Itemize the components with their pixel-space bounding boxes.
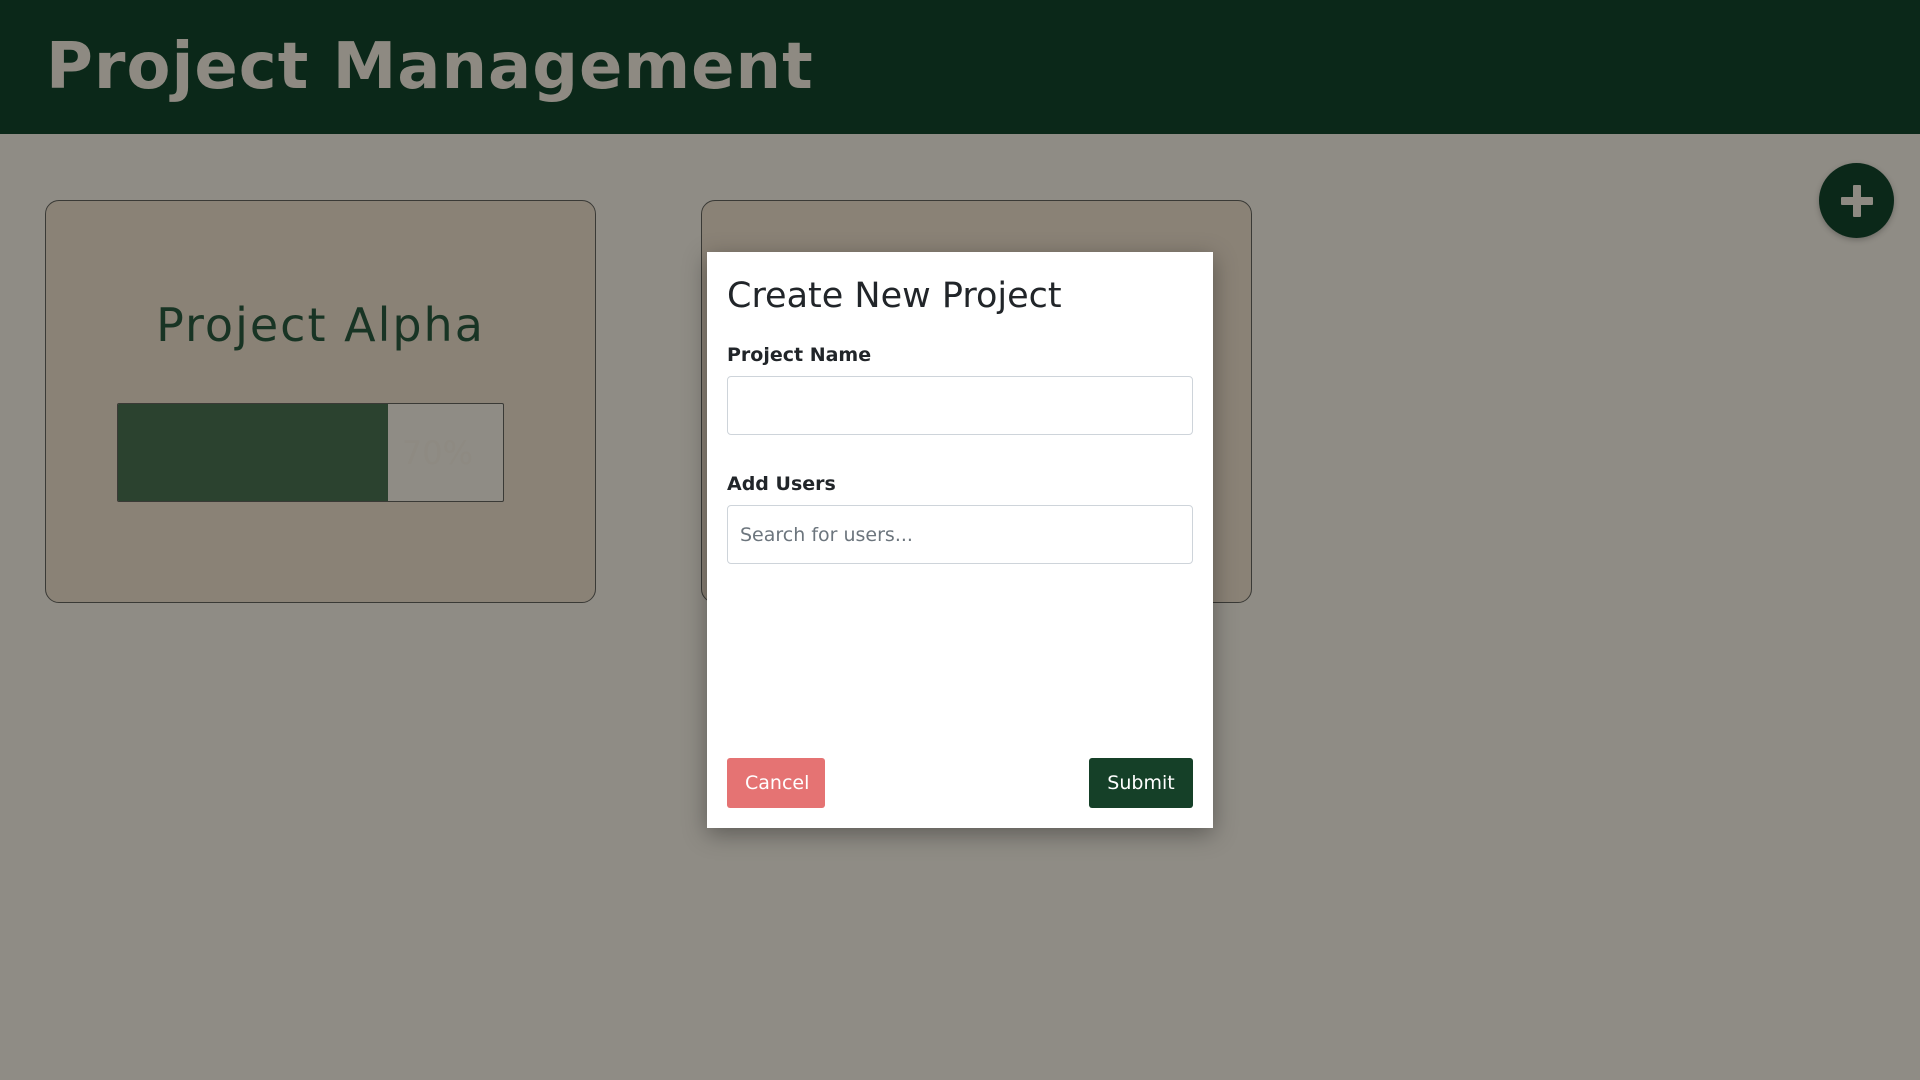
add-users-label: Add Users (727, 473, 836, 495)
create-project-modal: Create New Project Project Name Add User… (707, 252, 1213, 828)
project-card-title: Project Alpha (156, 298, 485, 352)
add-project-button[interactable] (1819, 163, 1894, 238)
project-progress-bar: 70% (117, 403, 504, 502)
project-name-input[interactable] (727, 376, 1193, 435)
user-search-input[interactable] (727, 505, 1193, 564)
app-title: Project Management (46, 30, 814, 104)
cancel-button[interactable]: Cancel (727, 758, 825, 808)
project-name-label: Project Name (727, 344, 872, 366)
submit-button[interactable]: Submit (1089, 758, 1193, 808)
project-card[interactable]: Project Alpha 70% (45, 200, 596, 603)
project-progress-fill (118, 404, 388, 501)
modal-title: Create New Project (727, 276, 1062, 316)
project-progress-label: 70% (401, 433, 473, 472)
app-header: Project Management (0, 0, 1920, 134)
plus-icon (1840, 184, 1873, 217)
